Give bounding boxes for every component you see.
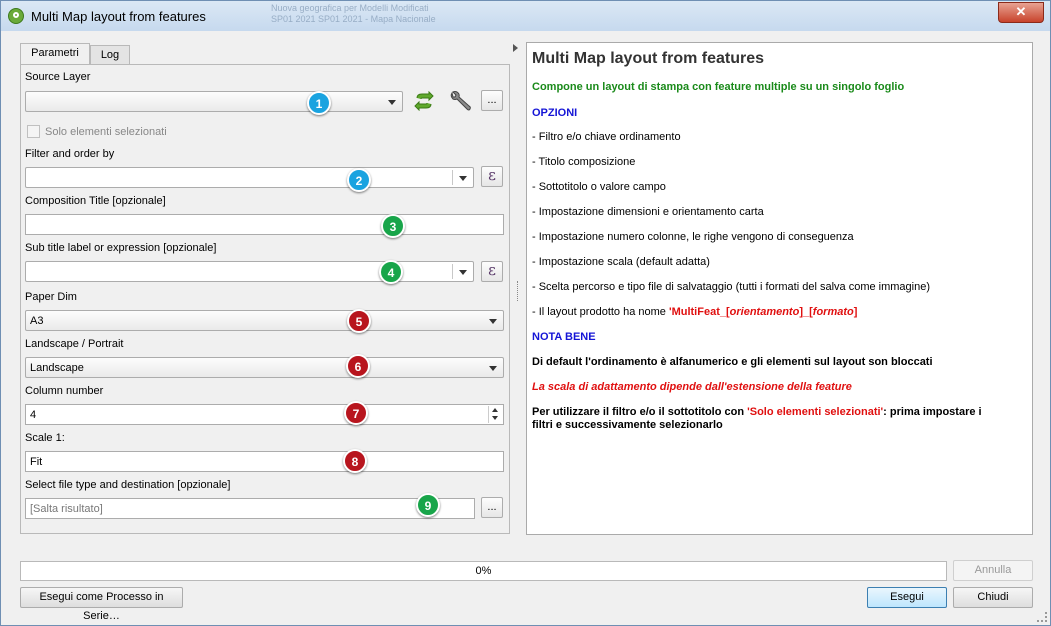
spin-buttons[interactable] (488, 406, 502, 423)
callout-badge-1: 1 (307, 91, 331, 115)
help-layout-name: - Il layout prodotto ha nome 'MultiFeat_… (532, 306, 857, 318)
paper-dim-value: A3 (30, 315, 44, 327)
help-panel: Multi Map layout from features Compone u… (526, 42, 1033, 535)
scale-input[interactable]: Fit (25, 451, 504, 472)
progress-bar: 0% (20, 561, 947, 581)
close-button[interactable]: Chiudi (953, 587, 1033, 608)
callout-badge-6: 6 (346, 354, 370, 378)
help-title: Multi Map layout from features (532, 50, 765, 67)
help-item: - Impostazione scala (default adatta) (532, 256, 710, 268)
orientation-value: Landscape (30, 362, 84, 374)
help-item: - Impostazione dimensioni e orientamento… (532, 206, 764, 218)
help-note-3-cont: filtri e successivamente selezionarlo (532, 419, 723, 431)
splitter-handle[interactable] (517, 281, 521, 301)
help-layout-part: 'MultiFeat_[ (668, 306, 730, 318)
progress-text: 0% (475, 565, 492, 577)
source-layer-options-button[interactable]: ... (481, 90, 503, 111)
resize-grip-icon[interactable] (1037, 612, 1047, 622)
selected-only-checkbox[interactable] (27, 125, 40, 138)
tab-parametri[interactable]: Parametri (20, 43, 90, 66)
iterate-icon[interactable] (413, 90, 435, 112)
paper-dim-select[interactable]: A3 (25, 310, 504, 331)
dialog-window: Multi Map layout from features Nuova geo… (0, 0, 1051, 626)
spin-down-icon[interactable] (492, 416, 498, 420)
help-layout-prefix: - Il layout prodotto ha nome (532, 306, 669, 318)
help-note-3: Per utilizzare il filtro e/o il sottotit… (532, 406, 982, 418)
help-item: - Filtro e/o chiave ordinamento (532, 131, 681, 143)
help-note-3-part: 'Solo elementi selezionati' (747, 406, 884, 418)
chevron-down-icon (388, 100, 396, 105)
output-destination-value: [Salta risultato] (30, 503, 103, 515)
help-layout-part: ] (853, 306, 858, 318)
output-destination-input[interactable]: [Salta risultato] (25, 498, 475, 519)
callout-badge-8: 8 (343, 449, 367, 473)
scale-value: Fit (30, 456, 43, 468)
chevron-down-icon (459, 176, 467, 181)
help-item: - Sottotitolo o valore campo (532, 181, 666, 193)
chevron-down-icon (489, 319, 497, 324)
subtitle-expression-button[interactable]: ε (481, 261, 503, 282)
column-number-label: Column number (25, 385, 104, 397)
output-label: Select file type and destination [opzion… (25, 479, 231, 491)
splitter-arrow-icon[interactable] (513, 44, 518, 52)
help-note-2: La scala di adattamento dipende dall'est… (532, 381, 852, 393)
combo-separator (452, 264, 453, 279)
title-bar: Multi Map layout from features Nuova geo… (1, 1, 1050, 31)
help-item: - Scelta percorso e tipo file di salvata… (532, 281, 931, 293)
orientation-select[interactable]: Landscape (25, 357, 504, 378)
help-item: - Impostazione numero colonne, le righe … (532, 231, 854, 243)
subtitle-label: Sub title label or expression [opzionale… (25, 242, 217, 254)
help-subtitle: Compone un layout di stampa con feature … (532, 81, 905, 93)
callout-badge-4: 4 (379, 260, 403, 284)
help-note-heading: NOTA BENE (532, 331, 596, 343)
source-layer-combo[interactable] (25, 91, 403, 112)
chevron-down-icon (489, 366, 497, 371)
close-window-button[interactable]: ✕ (998, 2, 1044, 23)
scale-label: Scale 1: (25, 432, 65, 444)
chevron-down-icon (459, 270, 467, 275)
help-note-3-part: : prima impostare i (883, 406, 982, 418)
orientation-label: Landscape / Portrait (25, 338, 124, 350)
column-number-value: 4 (30, 409, 37, 421)
help-note-3-part: Per utilizzare il filtro e/o il sottotit… (532, 406, 748, 418)
paper-dim-label: Paper Dim (25, 291, 77, 303)
subtitle-input[interactable] (25, 261, 474, 282)
qgis-logo-icon (8, 8, 24, 24)
composition-title-label: Composition Title [opzionale] (25, 195, 166, 207)
spin-up-icon[interactable] (492, 408, 498, 412)
selected-only-label: Solo elementi selezionati (45, 126, 167, 138)
callout-badge-3: 3 (381, 214, 405, 238)
source-layer-label: Source Layer (25, 71, 91, 83)
callout-badge-9: 9 (416, 493, 440, 517)
help-layout-part: orientamento (729, 306, 800, 318)
tab-label: Log (100, 49, 120, 61)
tab-label: Parametri (31, 47, 79, 59)
tab-log[interactable]: Log (90, 45, 130, 66)
combo-separator (452, 170, 453, 185)
run-button[interactable]: Esegui (867, 587, 947, 608)
help-note-1: Di default l'ordinamento è alfanumerico … (532, 356, 933, 368)
filter-label: Filter and order by (25, 148, 115, 160)
cancel-button[interactable]: Annulla (953, 560, 1033, 581)
callout-badge-7: 7 (344, 401, 368, 425)
output-browse-button[interactable]: ... (481, 497, 503, 518)
background-window-text: Nuova geografica per Modelli Modificati … (271, 3, 436, 24)
close-icon: ✕ (1015, 4, 1027, 19)
help-layout-part: formato (812, 306, 854, 318)
help-item: - Titolo composizione (532, 156, 636, 168)
callout-badge-2: 2 (347, 168, 371, 192)
callout-badge-5: 5 (347, 309, 371, 333)
help-layout-part: ]_[ (799, 306, 813, 318)
column-number-spinbox[interactable]: 4 (25, 404, 504, 425)
help-options-heading: OPZIONI (532, 107, 578, 119)
window-title: Multi Map layout from features (31, 9, 206, 24)
filter-input[interactable] (25, 167, 474, 188)
wrench-icon[interactable] (448, 90, 472, 114)
batch-process-button[interactable]: Esegui come Processo in Serie… (20, 587, 183, 622)
composition-title-input[interactable] (25, 214, 504, 235)
filter-expression-button[interactable]: ε (481, 166, 503, 187)
